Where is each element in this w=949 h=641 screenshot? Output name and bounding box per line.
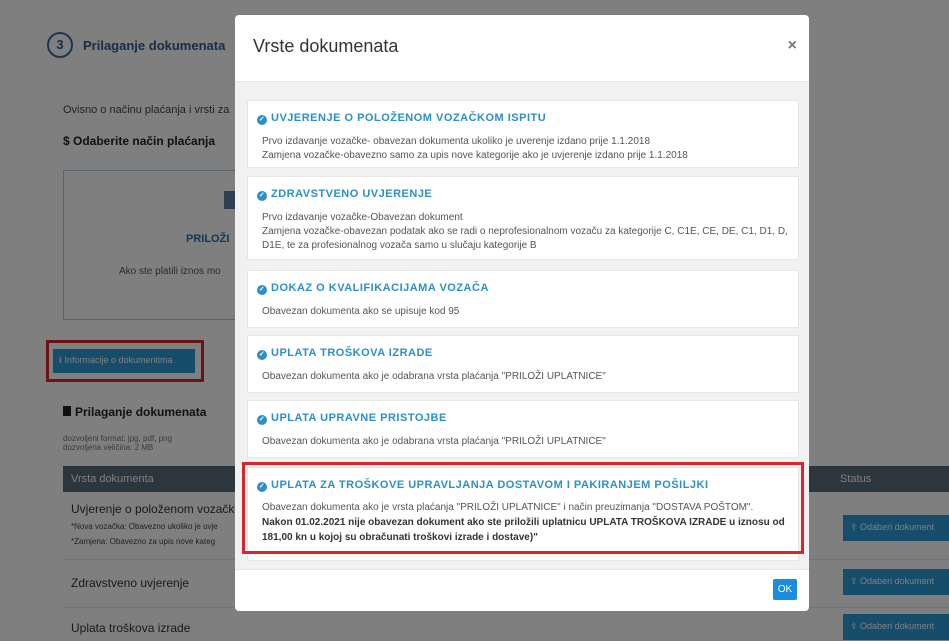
card-text: Prvo izdavanje vozačke- obavezan dokumen… [262,136,651,147]
document-card: ✓ DOKAZ O KVALIFIKACIJAMA VOZAČA Obavezan… [247,270,799,328]
card-text: Obavezan dokumenta ako je odabrana vrsta… [262,436,606,447]
card-highlight [242,462,804,554]
card-title-text: UVJERENJE O POLOŽENOM VOZAČKOM ISPITU [271,112,547,124]
check-circle-icon: ✓ [257,350,267,360]
card-text: Zamjena vozačke-obavezan podatak ako se … [262,226,788,237]
card-text: Zamjena vozačke-obavezno samo za upis no… [262,150,688,161]
check-circle-icon: ✓ [257,415,267,425]
modal-title: Vrste dokumenata [253,36,399,56]
card-title: ✓ UVJERENJE O POLOŽENOM VOZAČKOM ISPITU [257,112,546,125]
card-text: Obavezan dokumenta ako je odabrana vrsta… [262,371,606,382]
card-text: Prvo izdavanje vozačke-Obavezan dokument [262,212,463,223]
check-circle-icon: ✓ [257,285,267,295]
card-title: ✓ ZDRAVSTVENO UVJERENJE [257,188,432,201]
document-card: ✓ UPLATA UPRAVNE PRISTOJBE Obavezan dokum… [247,400,799,458]
card-title-text: DOKAZ O KVALIFIKACIJAMA VOZAČA [271,282,489,294]
card-title: ✓ DOKAZ O KVALIFIKACIJAMA VOZAČA [257,282,489,295]
divider [235,569,809,570]
document-card: ✓ ZDRAVSTVENO UVJERENJE Prvo izdavanje vo… [247,176,799,260]
document-card: ✓ UPLATA TROŠKOVA IZRADE Obavezan dokumen… [247,335,799,393]
card-title-text: UPLATA UPRAVNE PRISTOJBE [271,412,447,424]
card-text: Obavezan dokumenta ako se upisuje kod 95 [262,306,460,317]
card-title: ✓ UPLATA UPRAVNE PRISTOJBE [257,412,447,425]
card-title-text: UPLATA TROŠKOVA IZRADE [271,347,433,359]
card-title-text: ZDRAVSTVENO UVJERENJE [271,188,433,200]
document-card: ✓ UVJERENJE O POLOŽENOM VOZAČKOM ISPITU P… [247,100,799,168]
close-button[interactable]: × [788,37,797,55]
check-circle-icon: ✓ [257,191,267,201]
card-title: ✓ UPLATA TROŠKOVA IZRADE [257,347,433,360]
card-text: D1E, te za profesionalnog vozača samo u … [262,240,537,251]
check-circle-icon: ✓ [257,115,267,125]
ok-button[interactable]: OK [773,579,797,600]
